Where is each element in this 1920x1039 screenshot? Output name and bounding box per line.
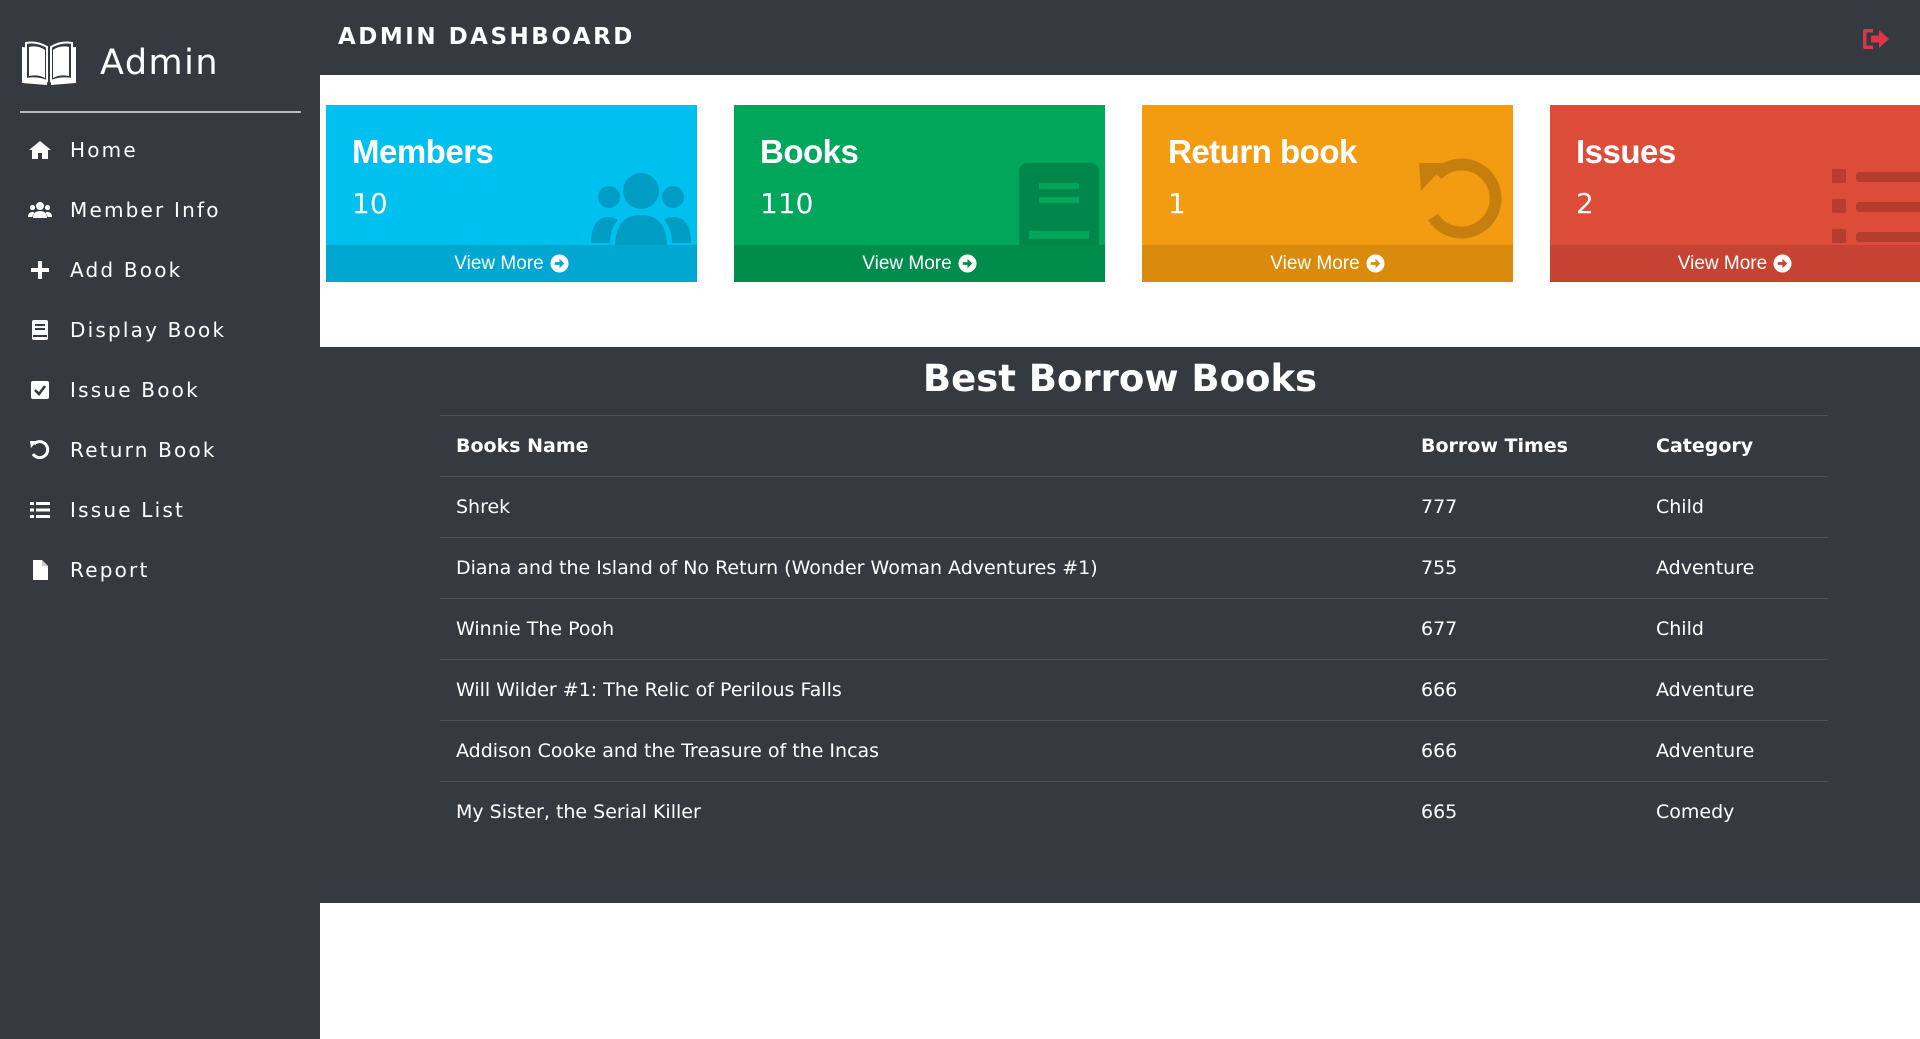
card-view-more-link[interactable]: View More (1550, 245, 1920, 282)
sidebar-item-add-book[interactable]: Add Book (0, 240, 320, 300)
arrow-circle-right-icon (1773, 254, 1792, 273)
sidebar-item-member-info[interactable]: Member Info (0, 180, 320, 240)
sidebar-item-issue-book[interactable]: Issue Book (0, 360, 320, 420)
file-icon (28, 558, 52, 582)
column-header-borrow-times: Borrow Times (1405, 415, 1640, 477)
sidebar-item-label: Add Book (70, 258, 183, 282)
category-cell: Adventure (1640, 537, 1828, 599)
arrow-circle-right-icon (958, 254, 977, 273)
book-icon (28, 318, 52, 342)
sidebar-item-home[interactable]: Home (0, 120, 320, 180)
stat-cards: Members 10 View More Books 110 View More… (320, 75, 1920, 347)
logout-button[interactable] (1862, 26, 1890, 52)
card-count: 110 (760, 187, 814, 220)
arrow-circle-right-icon (550, 254, 569, 273)
card-books: Books 110 View More (734, 105, 1105, 282)
undo-icon (28, 438, 52, 462)
card-issues: Issues 2 View More (1550, 105, 1920, 282)
book-name-cell: Diana and the Island of No Return (Wonde… (440, 537, 1405, 599)
borrow-times-cell: 665 (1405, 781, 1640, 843)
view-more-label: View More (862, 252, 952, 274)
view-more-label: View More (1270, 252, 1360, 274)
book-icon (999, 163, 1099, 253)
category-cell: Comedy (1640, 781, 1828, 843)
book-name-cell: Will Wilder #1: The Relic of Perilous Fa… (440, 659, 1405, 721)
card-title: Issues (1576, 133, 1676, 170)
sidebar-item-label: Issue List (70, 498, 186, 522)
card-members: Members 10 View More (326, 105, 697, 282)
borrow-times-cell: 666 (1405, 659, 1640, 721)
table-row: My Sister, the Serial Killer 665 Comedy (440, 781, 1828, 843)
book-name-cell: Shrek (440, 476, 1405, 538)
category-cell: Adventure (1640, 659, 1828, 721)
book-name-cell: Addison Cooke and the Treasure of the In… (440, 720, 1405, 782)
list-icon (1826, 163, 1920, 253)
book-name-cell: Winnie The Pooh (440, 598, 1405, 660)
list-icon (28, 498, 52, 522)
sidebar-item-display-book[interactable]: Display Book (0, 300, 320, 360)
table-header-row: Books Name Borrow Times Category (440, 415, 1828, 477)
users-icon (28, 198, 52, 222)
sidebar-item-return-book[interactable]: Return Book (0, 420, 320, 480)
table-row: Diana and the Island of No Return (Wonde… (440, 537, 1828, 599)
category-cell: Adventure (1640, 720, 1828, 782)
card-title: Members (352, 133, 494, 170)
sidebar-item-label: Display Book (70, 318, 227, 342)
sidebar-item-label: Report (70, 558, 150, 582)
users-icon (591, 163, 691, 253)
card-count: 1 (1168, 187, 1186, 220)
open-book-icon (22, 41, 76, 85)
sidebar-item-report[interactable]: Report (0, 540, 320, 600)
borrow-times-cell: 666 (1405, 720, 1640, 782)
book-name-cell: My Sister, the Serial Killer (440, 781, 1405, 843)
best-borrow-books-table: Books Name Borrow Times Category Shrek 7… (440, 415, 1828, 843)
view-more-label: View More (1677, 252, 1768, 274)
top-bar: ADMIN DASHBOARD (320, 0, 1920, 75)
card-view-more-link[interactable]: View More (326, 245, 697, 282)
content-footer-area (320, 903, 1920, 1039)
card-return-book: Return book 1 View More (1142, 105, 1513, 282)
column-header-books-name: Books Name (440, 415, 1405, 477)
sidebar-divider (20, 111, 301, 113)
sidebar-item-label: Member Info (70, 198, 221, 222)
category-cell: Child (1640, 598, 1828, 660)
card-title: Books (760, 133, 859, 170)
card-count: 10 (352, 187, 388, 220)
sidebar-item-label: Home (70, 138, 138, 162)
table-row: Addison Cooke and the Treasure of the In… (440, 720, 1828, 782)
sidebar-item-label: Return Book (70, 438, 217, 462)
check-square-icon (28, 378, 52, 402)
table-row: Winnie The Pooh 677 Child (440, 598, 1828, 660)
view-more-label: View More (454, 252, 544, 274)
sign-out-icon (1863, 29, 1889, 49)
undo-icon (1407, 155, 1507, 245)
sidebar-item-label: Issue Book (70, 378, 200, 402)
borrow-times-cell: 677 (1405, 598, 1640, 660)
section-title: Best Borrow Books (922, 357, 1318, 400)
sidebar: Admin Home Member Info Add Book Display (0, 0, 320, 1039)
table-row: Will Wilder #1: The Relic of Perilous Fa… (440, 659, 1828, 721)
borrow-times-cell: 755 (1405, 537, 1640, 599)
card-title: Return book (1168, 133, 1357, 170)
table-row: Shrek 777 Child (440, 476, 1828, 538)
arrow-circle-right-icon (1366, 254, 1385, 273)
card-count: 2 (1576, 187, 1594, 220)
card-view-more-link[interactable]: View More (1142, 245, 1513, 282)
borrow-times-cell: 777 (1405, 476, 1640, 538)
card-view-more-link[interactable]: View More (734, 245, 1105, 282)
sidebar-nav: Home Member Info Add Book Display Book I… (0, 120, 320, 600)
sidebar-item-issue-list[interactable]: Issue List (0, 480, 320, 540)
best-borrow-books-section: Best Borrow Books Books Name Borrow Time… (320, 347, 1920, 903)
plus-icon (28, 258, 52, 282)
home-icon (28, 138, 52, 162)
brand[interactable]: Admin (20, 36, 219, 90)
category-cell: Child (1640, 476, 1828, 538)
brand-title: Admin (100, 43, 220, 83)
page-title: ADMIN DASHBOARD (338, 24, 635, 50)
column-header-category: Category (1640, 415, 1828, 477)
